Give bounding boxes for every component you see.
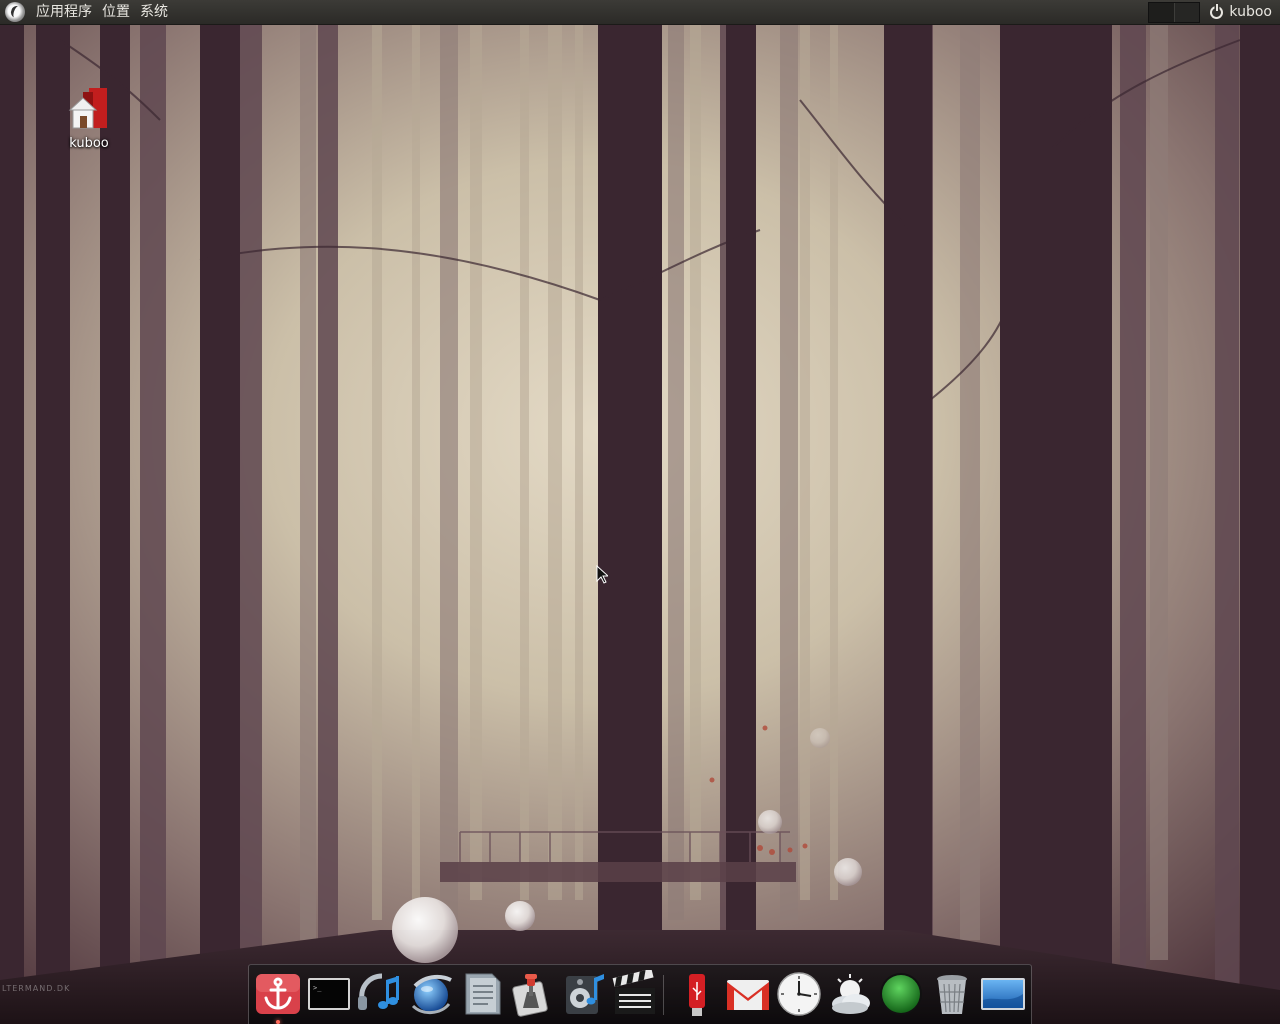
trash-icon [937,975,967,1014]
menu-applications[interactable]: 应用程序 [31,0,97,25]
running-indicator [276,1020,280,1024]
dock-item-system-tools[interactable] [509,970,557,1018]
show-desktop-icon [981,978,1025,1010]
dock-item-globe-browser[interactable] [407,970,455,1018]
desktop-icon-label: kuboo [69,136,109,151]
green-orb-icon [880,973,922,1015]
dock-item-audio-cd[interactable] [560,970,608,1018]
dock-item-clock[interactable] [775,970,823,1018]
dock-item-music-player[interactable] [356,970,404,1018]
dock-item-gmail[interactable] [724,970,772,1018]
menu-system[interactable]: 系统 [135,0,173,25]
desktop-icon-home[interactable]: kuboo [58,86,120,151]
dock-separator [663,975,664,1015]
workspace-switcher [1148,1,1201,23]
dock: >_ [248,964,1032,1024]
wrench-icon [512,974,548,1017]
dock-item-anchor[interactable] [254,970,302,1024]
mouse-cursor-icon [596,564,610,588]
music-note-icon [358,973,399,1010]
desktop-wallpaper [0,0,1280,1024]
power-icon[interactable] [1210,3,1224,19]
dock-item-show-desktop[interactable] [979,970,1027,1018]
distro-logo-icon[interactable] [5,2,25,22]
dock-item-status-orb[interactable] [877,970,925,1018]
menu-places[interactable]: 位置 [97,0,135,25]
anchor-icon [256,974,300,1014]
dock-item-text-editor[interactable] [458,970,506,1018]
dock-item-weather[interactable] [826,970,874,1018]
home-folder-icon [67,86,111,132]
dock-item-usb-drive[interactable] [673,970,721,1018]
speaker-icon [566,974,604,1014]
dock-item-terminal[interactable]: >_ [305,970,353,1018]
terminal-icon: >_ [308,978,350,1010]
globe-icon [411,974,452,1014]
clock-icon [777,972,821,1016]
user-menu[interactable]: kuboo [1229,4,1272,20]
panel-right-area: kuboo [1148,0,1280,25]
dock-item-video-player[interactable] [611,970,659,1018]
top-panel: 应用程序 位置 系统 kuboo [0,0,1280,25]
dock-item-trash[interactable] [928,970,976,1018]
weather-icon [832,974,870,1014]
svg-text:>_: >_ [313,984,322,992]
mail-icon [727,980,769,1010]
document-icon [465,973,501,1015]
usb-drive-icon [689,974,705,1016]
workspace-1[interactable] [1149,2,1175,22]
wallpaper-watermark: LTERMAND.DK [2,984,71,993]
workspace-2[interactable] [1174,2,1200,22]
clapperboard-icon [612,970,655,1014]
